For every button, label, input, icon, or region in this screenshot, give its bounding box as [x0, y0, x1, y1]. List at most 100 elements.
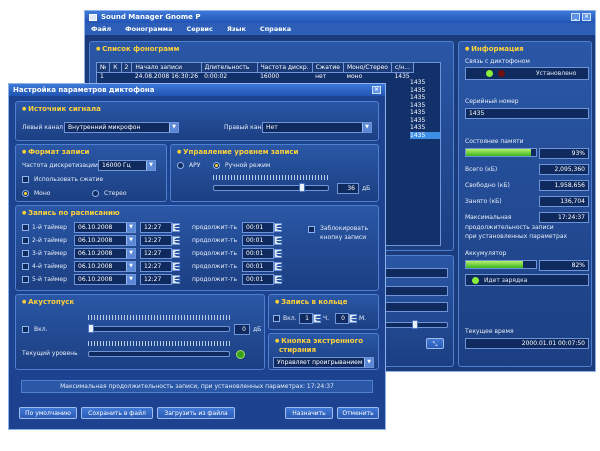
- level-value[interactable]: 36: [337, 183, 359, 194]
- loop-hours-spinner-icon[interactable]: [313, 314, 323, 323]
- col-duration[interactable]: Длительность: [201, 63, 258, 73]
- loop-panel: Запись в кольце Вкл. 1 Ч. 0 М.: [268, 294, 379, 330]
- timer-3-checkbox[interactable]: [22, 250, 29, 257]
- timer-2-duration-spinner-icon[interactable]: [274, 236, 284, 245]
- timer-2-time-spinner-icon[interactable]: [172, 236, 182, 245]
- col-mono-stereo[interactable]: Моно/Стерео: [343, 63, 392, 73]
- minimize-icon[interactable]: _: [571, 13, 580, 21]
- loop-hours[interactable]: 1: [299, 313, 313, 324]
- loop-title: Запись в кольце: [275, 298, 347, 306]
- timer-3-duration-spinner-icon[interactable]: [274, 249, 284, 258]
- list-item[interactable]: 1435: [410, 124, 440, 132]
- dialog-close-icon[interactable]: ×: [372, 86, 381, 94]
- timer-3-duration[interactable]: 00:01: [242, 248, 274, 259]
- loop-minutes[interactable]: 0: [335, 313, 349, 324]
- timer-5-checkbox[interactable]: [22, 276, 29, 283]
- timer-4-date[interactable]: 06.10.2008 ▼: [74, 261, 136, 272]
- stereo-radio[interactable]: [92, 190, 99, 197]
- assign-button[interactable]: Назначить: [285, 407, 333, 419]
- timer-5-time[interactable]: 12:27: [140, 274, 172, 285]
- current-level-led-icon: [236, 350, 245, 359]
- col-sn[interactable]: с/н...: [391, 63, 414, 73]
- aru-radio[interactable]: [177, 162, 184, 169]
- mono-radio[interactable]: [22, 190, 29, 197]
- memory-progress-fill: [466, 149, 532, 156]
- vox-value[interactable]: 0: [234, 324, 250, 335]
- right-channel-select[interactable]: Нет ▼: [262, 122, 372, 133]
- lock-record-checkbox[interactable]: [308, 226, 315, 233]
- menu-file[interactable]: Файл: [91, 25, 111, 33]
- col-k[interactable]: К: [109, 63, 122, 73]
- timer-1-time-spinner-icon[interactable]: [172, 223, 182, 232]
- player-seek-thumb[interactable]: [412, 320, 418, 329]
- chevron-down-icon: ▼: [126, 262, 135, 271]
- timer-4-duration[interactable]: 00:01: [242, 261, 274, 272]
- timer-4-time-spinner-icon[interactable]: [172, 262, 182, 271]
- compress-checkbox[interactable]: [22, 176, 29, 183]
- col-rate[interactable]: Частота дискр.: [257, 63, 313, 73]
- timer-2-duration[interactable]: 00:01: [242, 235, 274, 246]
- compress-label: Использовать сжатие: [34, 176, 104, 183]
- list-item[interactable]: 1435: [410, 87, 440, 95]
- list-item[interactable]: 1435: [410, 94, 440, 102]
- save-to-file-button[interactable]: Сохранить в файл: [81, 407, 153, 419]
- timer-2-date[interactable]: 06.10.2008 ▼: [74, 235, 136, 246]
- timer-1-label: 1-й таймер: [32, 224, 67, 231]
- connection-status: Установлено: [536, 70, 577, 77]
- level-slider-track[interactable]: [213, 185, 329, 191]
- timer-1-duration[interactable]: 00:01: [242, 222, 274, 233]
- close-icon[interactable]: ×: [582, 13, 591, 21]
- left-channel-select[interactable]: Внутренний микрофон ▼: [64, 122, 179, 133]
- menu-service[interactable]: Сервис: [186, 25, 212, 33]
- timer-3-date[interactable]: 06.10.2008 ▼: [74, 248, 136, 259]
- cancel-button[interactable]: Отменить: [337, 407, 379, 419]
- menu-help[interactable]: Справка: [260, 25, 291, 33]
- vox-checkbox[interactable]: [22, 326, 29, 333]
- level-slider-thumb[interactable]: [298, 183, 305, 192]
- timer-5-duration-spinner-icon[interactable]: [274, 275, 284, 284]
- connection-led-green-icon: [486, 70, 493, 77]
- level-title: Управление уровнем записи: [177, 148, 298, 156]
- timer-1-checkbox[interactable]: [22, 224, 29, 231]
- col-2[interactable]: 2: [121, 63, 133, 73]
- list-item[interactable]: 1435: [410, 79, 440, 87]
- vox-slider-track[interactable]: [88, 326, 230, 332]
- timer-3-time[interactable]: 12:27: [140, 248, 172, 259]
- timer-3-time-spinner-icon[interactable]: [172, 249, 182, 258]
- timer-1-duration-spinner-icon[interactable]: [274, 223, 284, 232]
- menu-phonogram[interactable]: Фонограмма: [125, 25, 172, 33]
- col-number[interactable]: №: [97, 63, 111, 73]
- table-row[interactable]: 1 24.08.2008 16:30:26 0:00:02 16000 нет …: [97, 73, 413, 81]
- timer-1-date[interactable]: 06.10.2008 ▼: [74, 222, 136, 233]
- timer-4-checkbox[interactable]: [22, 263, 29, 270]
- time-label: Текущее время: [465, 328, 514, 335]
- list-item-selected[interactable]: 1435: [410, 131, 440, 139]
- timer-2-checkbox[interactable]: [22, 237, 29, 244]
- list-item[interactable]: 1435: [410, 109, 440, 117]
- list-item[interactable]: 1435: [410, 102, 440, 110]
- vox-slider-thumb[interactable]: [88, 324, 94, 333]
- col-start[interactable]: Начало записи: [131, 63, 202, 73]
- default-button[interactable]: По умолчанию: [19, 407, 77, 419]
- col-compression[interactable]: Сжатие: [312, 63, 344, 73]
- timer-5-time-spinner-icon[interactable]: [172, 275, 182, 284]
- timer-1-time[interactable]: 12:27: [140, 222, 172, 233]
- timer-4-time[interactable]: 12:27: [140, 261, 172, 272]
- loop-minutes-spinner-icon[interactable]: [349, 314, 359, 323]
- manual-radio[interactable]: [213, 162, 220, 169]
- emergency-select[interactable]: Управляет проигрыванием ▼: [273, 357, 374, 368]
- list-item[interactable]: 1435: [410, 117, 440, 125]
- timer-4-duration-spinner-icon[interactable]: [274, 262, 284, 271]
- timer-5-date[interactable]: 06.10.2008 ▼: [74, 274, 136, 285]
- load-from-file-button[interactable]: Загрузить из файла: [157, 407, 235, 419]
- player-link-button[interactable]: ⤡: [426, 338, 444, 349]
- timer-1-duration-label: продолжит-ть: [192, 224, 238, 231]
- emergency-value: Управляет проигрыванием: [277, 359, 363, 366]
- charging-text: Идет зарядка: [484, 277, 528, 284]
- loop-checkbox[interactable]: [273, 315, 280, 322]
- timer-2-time[interactable]: 12:27: [140, 235, 172, 246]
- menu-language[interactable]: Язык: [227, 25, 246, 33]
- rate-select[interactable]: 16000 Гц ▼: [98, 160, 156, 171]
- timer-5-duration[interactable]: 00:01: [242, 274, 274, 285]
- chevron-down-icon: ▼: [126, 249, 135, 258]
